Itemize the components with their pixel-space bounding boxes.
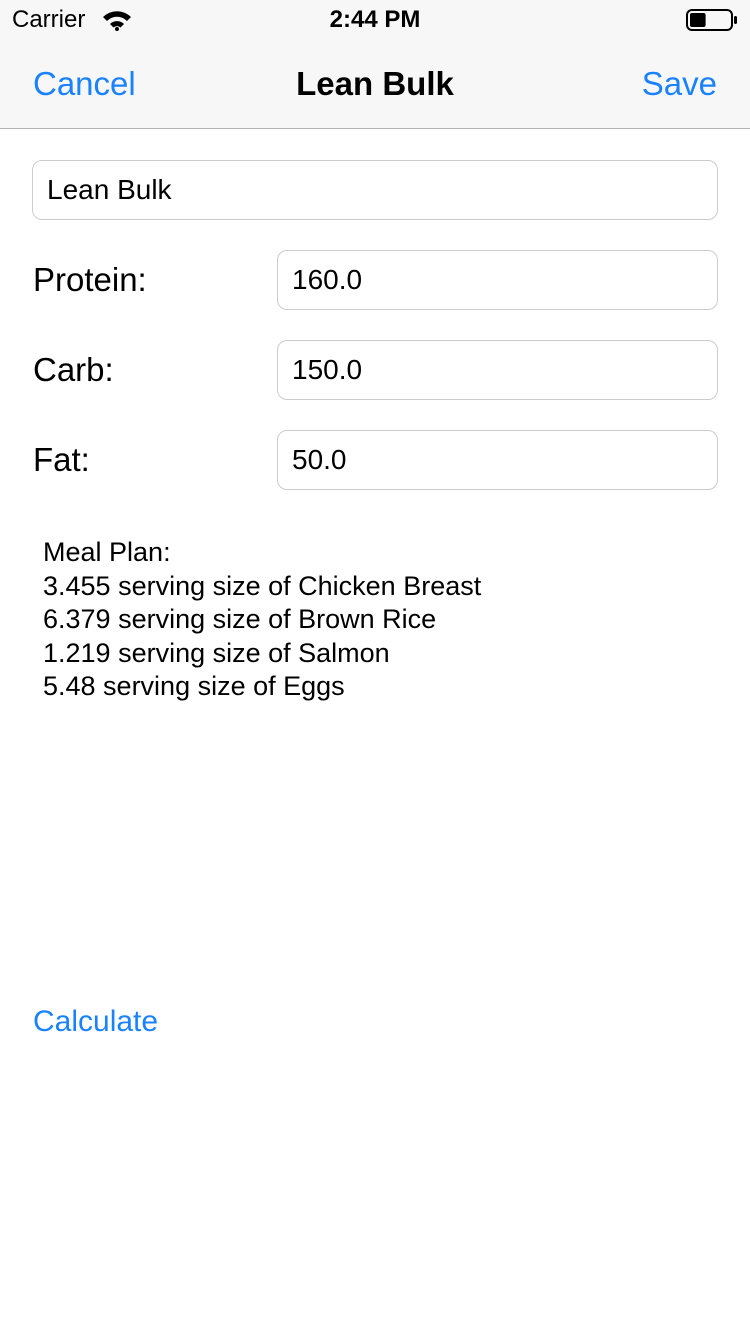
protein-label: Protein:: [33, 261, 147, 298]
plan-name-field[interactable]: Lean Bulk: [32, 160, 718, 220]
calculate-button[interactable]: Calculate: [33, 1002, 158, 1042]
meal-plan-item: 6.379 serving size of Brown Rice: [43, 604, 437, 634]
meal-plan-item: 1.219 serving size of Salmon: [43, 637, 390, 668]
save-button[interactable]: Save: [642, 64, 717, 104]
status-time: 2:44 PM: [329, 6, 421, 33]
carb-label: Carb:: [33, 351, 114, 388]
meal-plan-item: 5.48 serving size of Eggs: [43, 671, 345, 701]
fat-field[interactable]: 50.0: [277, 430, 718, 490]
carb-field[interactable]: 150.0: [277, 340, 718, 400]
navigation-bar: Cancel Lean Bulk Save: [0, 40, 750, 129]
status-bar: Carrier 2:44 PM: [0, 0, 750, 40]
fat-label: Fat:: [33, 441, 90, 478]
meal-plan-item: 3.455 serving size of Chicken Breast: [43, 570, 482, 601]
protein-field[interactable]: 160.0: [277, 250, 718, 310]
page-title: Lean Bulk: [296, 65, 454, 102]
meal-plan-heading: Meal Plan:: [43, 537, 171, 567]
meal-plan-text: Meal Plan: 3.455 serving size of Chicken…: [43, 536, 481, 704]
battery-icon: [686, 9, 737, 31]
